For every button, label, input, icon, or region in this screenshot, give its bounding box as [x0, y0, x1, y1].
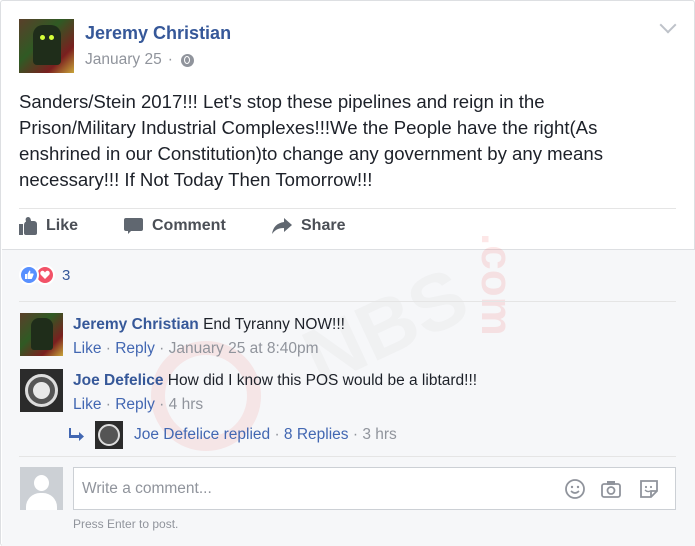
comment-text: How did I know this POS would be a libta… [167, 372, 478, 389]
comment-time[interactable]: 4 hrs [169, 396, 203, 413]
comment-bubble-icon [124, 218, 143, 234]
meta-separator: · [167, 51, 173, 68]
comment-avatar[interactable] [20, 313, 63, 356]
post-card: Jeremy Christian January 25 · Sanders/St… [0, 0, 695, 546]
reply-action: replied [223, 426, 271, 443]
like-button[interactable]: Like [19, 215, 124, 235]
comment-author[interactable]: Jeremy Christian [73, 316, 199, 333]
comment-text: End Tyranny NOW!!! [203, 316, 345, 333]
comment-button[interactable]: Comment [124, 217, 272, 235]
reply-time: 3 hrs [362, 426, 397, 443]
dot-separator: · [105, 396, 116, 413]
comment-like-link[interactable]: Like [73, 340, 101, 357]
comment-reply-link[interactable]: Reply [115, 340, 155, 357]
avatar-center [33, 382, 50, 399]
reply-arrow-icon [69, 428, 84, 441]
watermark-com: .com [472, 233, 521, 336]
comment-input[interactable]: Write a comment... [73, 467, 676, 510]
composer-hint: Press Enter to post. [73, 517, 179, 531]
share-arrow-icon [272, 218, 292, 234]
avatar-eye-right [49, 35, 54, 40]
dot-separator: · [159, 396, 169, 413]
share-label: Share [301, 217, 346, 234]
like-label: Like [46, 217, 79, 234]
post-date[interactable]: January 25 [85, 51, 162, 69]
comment-author[interactable]: Joe Defelice [73, 372, 163, 389]
emoji-icon[interactable] [564, 478, 586, 500]
view-replies-link[interactable]: Joe Defelice replied · 8 Replies · 3 hrs [69, 421, 397, 449]
dot-separator: · [270, 426, 284, 443]
comment-actions: Like · Reply · January 25 at 8:40pm [73, 340, 319, 358]
reply-author: Joe Defelice [134, 426, 220, 443]
chevron-down-icon[interactable] [659, 16, 677, 34]
avatar-eye-left [40, 35, 45, 40]
dot-separator: · [159, 340, 169, 357]
sticker-icon[interactable] [638, 478, 660, 500]
comment-body: Joe Defelice How did I know this POS wou… [73, 372, 477, 390]
dot-separator: · [105, 340, 116, 357]
composer-divider [19, 456, 676, 457]
comment-avatar[interactable] [20, 369, 63, 412]
post-meta: January 25 · [85, 51, 194, 69]
comments-top-border [2, 249, 695, 250]
post-actions: Like Comment Share [19, 215, 345, 235]
reactions-divider [19, 301, 676, 302]
reply-count: 8 Replies [283, 426, 349, 443]
reply-avatar [95, 421, 123, 449]
post-author-avatar[interactable] [19, 19, 74, 73]
post-author-name[interactable]: Jeremy Christian [85, 23, 231, 44]
current-user-avatar [20, 467, 63, 510]
share-button[interactable]: Share [272, 217, 345, 235]
camera-icon[interactable] [600, 478, 622, 500]
dot-separator: · [348, 426, 363, 443]
comment-body: Jeremy Christian End Tyranny NOW!!! [73, 316, 345, 334]
reactions-summary[interactable]: 3 [19, 265, 70, 285]
reaction-count[interactable]: 3 [62, 267, 70, 284]
like-reaction-icon [19, 265, 39, 285]
globe-icon[interactable] [180, 53, 194, 67]
comment-label: Comment [152, 217, 226, 234]
comment-time[interactable]: January 25 at 8:40pm [169, 340, 319, 357]
avatar-figure [31, 318, 53, 350]
comment-placeholder: Write a comment... [82, 480, 212, 497]
post-text: Sanders/Stein 2017!!! Let's stop these p… [19, 91, 603, 190]
avatar-figure [33, 25, 61, 65]
comment-reply-link[interactable]: Reply [115, 396, 155, 413]
comment-like-link[interactable]: Like [73, 396, 101, 413]
action-divider [19, 208, 676, 209]
comment-actions: Like · Reply · 4 hrs [73, 396, 203, 414]
thumbs-up-icon [19, 215, 37, 235]
